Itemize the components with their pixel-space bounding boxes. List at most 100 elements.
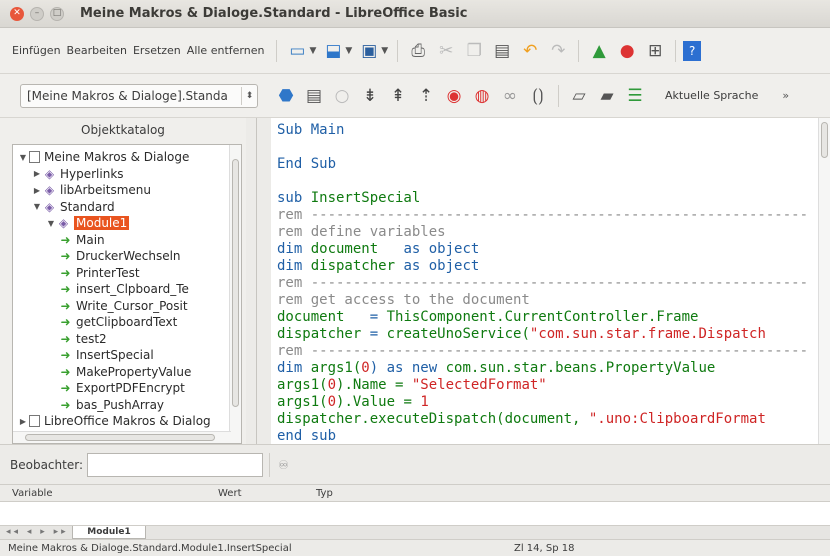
step-out-icon[interactable]: ⇡ (413, 83, 439, 109)
step-into-icon[interactable]: ⇟ (357, 83, 383, 109)
expand-right-icon[interactable]: ▶ (31, 169, 43, 178)
step-over-icon[interactable]: ⇞ (385, 83, 411, 109)
tab-navigation-icons[interactable]: ◂◂ ◂ ▸ ▸▸ (6, 527, 69, 537)
breakpoint-icon[interactable]: ◉ (441, 83, 467, 109)
current-language-button[interactable]: Aktuelle Sprache (665, 89, 758, 102)
expand-right-icon[interactable]: ▶ (17, 417, 29, 426)
expand-right-icon[interactable]: ▶ (31, 186, 43, 195)
spin-arrows-icon[interactable]: ⬍ (241, 86, 257, 105)
code-line[interactable]: End Sub (277, 156, 808, 173)
tree-item[interactable]: ▶ ◈ Hyperlinks (17, 166, 229, 183)
code-line[interactable]: rem ------------------------------------… (277, 207, 808, 224)
close-window-button[interactable]: ✕ (10, 6, 24, 21)
code-line[interactable]: dispatcher.executeDispatch(document, ".u… (277, 411, 808, 428)
code-line[interactable]: args1(0).Name = "SelectedFormat" (277, 377, 808, 394)
tree-item[interactable]: ➜ Write_Cursor_Posit (17, 298, 229, 315)
redo-icon[interactable]: ↷ (545, 38, 571, 64)
scrollbar-thumb[interactable] (25, 434, 215, 441)
library-select[interactable]: [Meine Makros & Dialoge].Standa ⬍ (20, 83, 258, 108)
tab-module1[interactable]: Module1 (72, 526, 146, 539)
code-line[interactable]: rem ------------------------------------… (277, 343, 808, 360)
tree-item[interactable]: ▼ Meine Makros & Dialoge (17, 149, 229, 166)
record-macro-icon[interactable]: ● (614, 38, 640, 64)
code-line[interactable]: dim dispatcher as object (277, 258, 808, 275)
edit-button[interactable]: Bearbeiten (67, 44, 127, 57)
compile-icon[interactable]: ⬣ (273, 83, 299, 109)
code-line[interactable] (277, 139, 808, 156)
save-icon[interactable]: ▣ (356, 38, 382, 64)
new-document-icon[interactable]: ▭ (284, 38, 310, 64)
dialog-design-icon[interactable]: ▲ (586, 38, 612, 64)
chevron-down-icon[interactable]: ▼ (345, 46, 352, 56)
tree-item[interactable]: ▼ ◈ Module1 (17, 215, 229, 232)
open-file-icon[interactable]: ⬓ (320, 38, 346, 64)
copy-icon[interactable]: ❐ (461, 38, 487, 64)
expand-down-icon[interactable]: ▼ (17, 153, 29, 162)
glasses-icon[interactable]: ♾ (268, 452, 297, 477)
remove-all-button[interactable]: Alle entfernen (187, 44, 265, 57)
paste-icon[interactable]: ▤ (489, 38, 515, 64)
minimize-window-button[interactable]: – (30, 6, 44, 21)
module-icon[interactable]: ⊞ (642, 38, 668, 64)
manage-breakpoints-icon[interactable]: ◍ (469, 83, 495, 109)
stop-icon[interactable]: ○ (329, 83, 355, 109)
cut-icon[interactable]: ✂ (433, 38, 459, 64)
code-editor[interactable]: Sub Main End Sub sub InsertSpecial rem ----… (256, 118, 830, 444)
code-text[interactable]: Sub Main End Sub sub InsertSpecial rem ----… (277, 122, 808, 444)
code-line[interactable]: rem get access to the document (277, 292, 808, 309)
watch-table-body[interactable] (0, 502, 830, 526)
print-icon[interactable]: ⎙ (405, 38, 431, 64)
tree-item[interactable]: ➜ PrinterTest (17, 265, 229, 282)
scrollbar-thumb[interactable] (821, 122, 828, 158)
run-icon[interactable]: ▤ (301, 83, 327, 109)
tree-item[interactable]: ➜ MakePropertyValue (17, 364, 229, 381)
watch-input[interactable] (86, 452, 263, 477)
tree-item[interactable]: ➜ getClipboardText (17, 314, 229, 331)
column-type[interactable]: Typ (316, 488, 333, 499)
replace-button[interactable]: Ersetzen (133, 44, 181, 57)
import-basic-icon[interactable]: ▱ (566, 83, 592, 109)
export-basic-icon[interactable]: ▰ (594, 83, 620, 109)
code-line[interactable] (277, 173, 808, 190)
code-line[interactable]: rem define variables (277, 224, 808, 241)
find-parentheses-icon[interactable]: ⟮⟯ (525, 83, 551, 109)
tree-item[interactable]: ➜ ExportPDFEncrypt (17, 380, 229, 397)
column-value[interactable]: Wert (218, 488, 242, 499)
code-line[interactable]: Sub Main (277, 122, 808, 139)
code-line[interactable]: dim args1(0) as new com.sun.star.beans.P… (277, 360, 808, 377)
tree-item[interactable]: ▼ ◈ Standard (17, 199, 229, 216)
scrollbar-thumb[interactable] (232, 159, 239, 407)
column-variable[interactable]: Variable (12, 488, 53, 499)
code-line[interactable]: args1(0).Value = 1 (277, 394, 808, 411)
tree-item[interactable]: ▶ ◈ libArbeitsmenu (17, 182, 229, 199)
expand-down-icon[interactable]: ▼ (45, 219, 57, 228)
maximize-window-button[interactable]: □ (50, 6, 64, 21)
object-catalog-tree[interactable]: ▼ Meine Makros & Dialoge ▶ ◈ Hyperlinks ▶ ◈ lib… (12, 144, 242, 444)
tree-item[interactable]: ➜ DruckerWechseln (17, 248, 229, 265)
enable-watch-icon[interactable]: ∞ (497, 83, 523, 109)
insert-button[interactable]: Einfügen (12, 44, 61, 57)
code-line[interactable]: document = ThisComponent.CurrentControll… (277, 309, 808, 326)
chevron-down-icon[interactable]: ▼ (381, 46, 388, 56)
tree-item[interactable]: ▶ LibreOffice Makros & Dialog (17, 413, 229, 430)
undo-icon[interactable]: ↶ (517, 38, 543, 64)
code-line[interactable]: dim document as object (277, 241, 808, 258)
macros-icon[interactable]: ☰ (622, 83, 648, 109)
code-line[interactable]: rem ------------------------------------… (277, 275, 808, 292)
chevron-down-icon[interactable]: ▼ (309, 46, 316, 56)
tree-item[interactable]: ➜ insert_Clpboard_Te (17, 281, 229, 298)
tree-horizontal-scrollbar[interactable] (13, 431, 231, 443)
tree-item[interactable]: ➜ Main (17, 232, 229, 249)
tree-item[interactable]: ➜ bas_PushArray (17, 397, 229, 414)
expand-down-icon[interactable]: ▼ (31, 202, 43, 211)
code-line[interactable]: sub InsertSpecial (277, 190, 808, 207)
help-icon[interactable]: ? (683, 40, 702, 61)
code-line[interactable]: end sub (277, 428, 808, 444)
tree-item[interactable]: ➜ test2 (17, 331, 229, 348)
toolbar-overflow-button[interactable]: » (782, 89, 789, 102)
editor-vertical-scrollbar[interactable] (818, 118, 830, 444)
editor-gutter[interactable] (257, 118, 271, 444)
tree-item[interactable]: ➜ InsertSpecial (17, 347, 229, 364)
code-line[interactable]: dispatcher = createUnoService("com.sun.s… (277, 326, 808, 343)
tree-vertical-scrollbar[interactable] (229, 145, 241, 443)
